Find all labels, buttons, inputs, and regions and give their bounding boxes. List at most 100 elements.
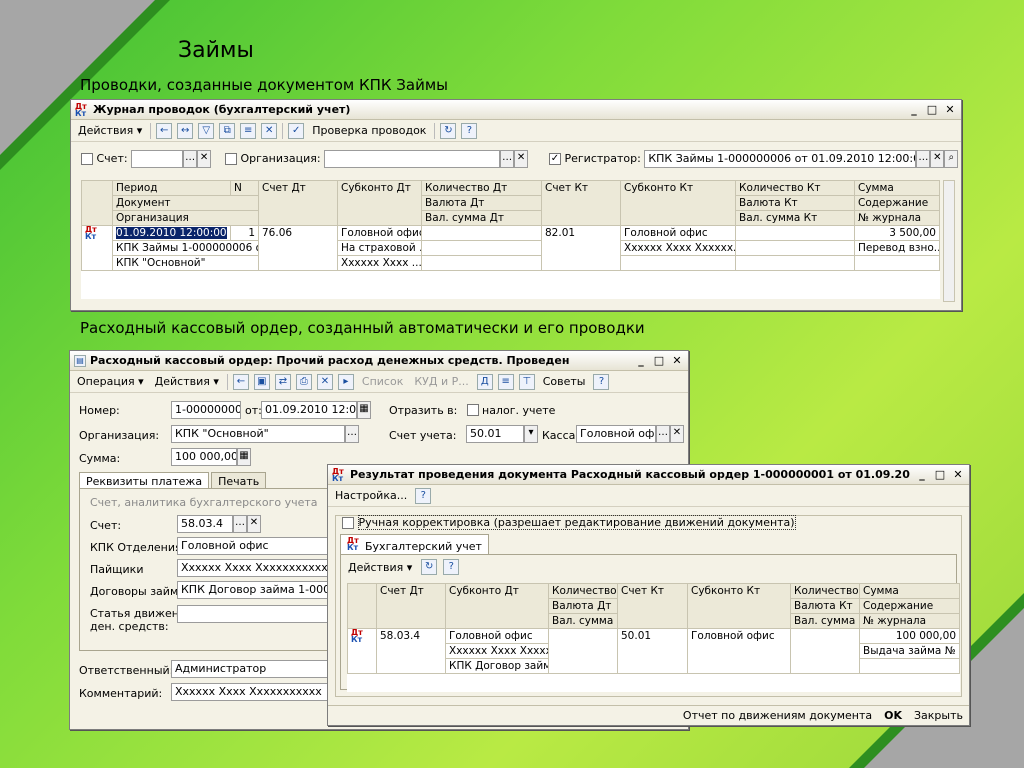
print-icon[interactable]: ⎙ <box>295 373 312 390</box>
col-credit[interactable]: Счет Кт <box>617 583 688 629</box>
help-icon[interactable]: ? <box>593 373 610 390</box>
calculator-icon[interactable]: ▦ <box>237 448 251 466</box>
col-debit[interactable]: Счет Дт <box>258 180 338 226</box>
col-qty-dt[interactable]: Количество ... <box>548 583 618 599</box>
col-currency-kt[interactable]: Валюта Кт <box>790 598 860 614</box>
list-icon[interactable]: ≡ <box>240 122 257 139</box>
ok-button[interactable]: OK <box>884 709 902 722</box>
back-arrow-icon[interactable]: ← <box>232 373 249 390</box>
flow-input[interactable] <box>177 605 337 623</box>
unpost-icon[interactable]: ✕ <box>316 373 333 390</box>
col-n[interactable]: N <box>230 180 259 196</box>
search-icon[interactable]: ⌕ <box>944 150 959 168</box>
account-filter-input[interactable] <box>131 150 184 168</box>
select-button[interactable]: … <box>500 150 515 168</box>
manual-correction-checkbox[interactable] <box>342 517 354 529</box>
number-input[interactable]: 1-000000001 <box>171 401 241 419</box>
result-actions-menu[interactable]: Действия ▾ <box>345 560 415 575</box>
tab-accounting[interactable]: Дт Кт Бухгалтерский учет <box>340 534 489 555</box>
clear-button[interactable]: ✕ <box>247 515 261 533</box>
col-qty-kt[interactable]: Количество Кт <box>735 180 855 196</box>
structure-icon[interactable]: ⊤ <box>518 373 535 390</box>
help-icon[interactable]: ? <box>415 487 432 504</box>
col-cur-sum-dt[interactable]: Вал. сумма Дт <box>548 613 618 629</box>
journal-actions-menu[interactable]: Действия ▾ <box>75 123 145 138</box>
col-cur-sum-kt[interactable]: Вал. сумма Кт <box>790 613 860 629</box>
select-button[interactable]: … <box>233 515 247 533</box>
filter-off-icon[interactable]: ✕ <box>261 122 278 139</box>
close-icon[interactable]: ✕ <box>951 468 965 481</box>
back-arrow-icon[interactable]: ← <box>156 122 173 139</box>
clear-button[interactable]: ✕ <box>670 425 684 443</box>
col-cur-sum-dt[interactable]: Вал. сумма Дт <box>421 210 542 226</box>
date-input[interactable]: 01.09.2010 12:00:00 <box>261 401 357 419</box>
account-input[interactable]: 50.01 <box>466 425 524 443</box>
col-currency-dt[interactable]: Валюта Дт <box>548 598 618 614</box>
comment-input[interactable]: Хххххх Хххх Ххххххххххх <box>171 683 331 701</box>
select-button[interactable]: … <box>656 425 670 443</box>
branch-input[interactable]: Головной офис <box>177 537 337 555</box>
col-sum[interactable]: Сумма <box>854 180 940 196</box>
col-content[interactable]: Содержание <box>854 195 940 211</box>
tax-checkbox[interactable] <box>467 404 479 416</box>
col-subconto-dt[interactable]: Субконто Дт <box>445 583 549 629</box>
cash-input[interactable]: Головной офис <box>576 425 656 443</box>
calendar-icon[interactable]: ▦ <box>357 401 371 419</box>
select-button[interactable]: … <box>183 150 198 168</box>
org-filter-checkbox[interactable] <box>225 153 237 165</box>
movement-report-button[interactable]: Отчет по движениям документа <box>683 709 872 722</box>
col-credit[interactable]: Счет Кт <box>541 180 621 226</box>
operation-menu[interactable]: Операция ▾ <box>74 374 147 389</box>
table-row[interactable]: КПК Займы 1-000000006 о... На страховой … <box>82 240 940 256</box>
col-sum[interactable]: Сумма <box>859 583 960 599</box>
interval-icon[interactable]: ↔ <box>177 122 194 139</box>
org-filter-input[interactable] <box>324 150 501 168</box>
help-icon[interactable]: ? <box>443 559 460 575</box>
help-icon[interactable]: ? <box>461 122 478 139</box>
copy-icon[interactable]: ⧉ <box>219 122 236 139</box>
maximize-icon[interactable]: □ <box>652 354 666 367</box>
table-row[interactable]: КПК "Основной" Хххххх Хххх ... <box>82 255 940 271</box>
col-period[interactable]: Период <box>112 180 231 196</box>
settings-menu[interactable]: Настройка... <box>332 488 410 503</box>
registrar-filter-input[interactable]: КПК Займы 1-000000006 от 01.09.2010 12:0… <box>644 150 917 168</box>
responsible-input[interactable]: Администратор <box>171 660 331 678</box>
kud-button[interactable]: КУД и Р... <box>411 374 471 389</box>
sum-input[interactable]: 100 000,00 <box>171 448 237 466</box>
tips-button[interactable]: Советы <box>540 374 589 389</box>
maximize-icon[interactable]: □ <box>933 468 947 481</box>
acc-input[interactable]: 58.03.4 <box>177 515 233 533</box>
col-currency-kt[interactable]: Валюта Кт <box>735 195 855 211</box>
col-journal-no[interactable]: № журнала <box>859 613 960 629</box>
check-postings-button[interactable]: Проверка проводок <box>309 123 429 138</box>
select-button[interactable]: … <box>345 425 359 443</box>
refresh-icon[interactable]: ↻ <box>440 122 457 139</box>
report-icon[interactable]: ≡ <box>497 373 514 390</box>
save-icon[interactable]: ▣ <box>253 373 270 390</box>
col-currency-dt[interactable]: Валюта Дт <box>421 195 542 211</box>
select-button[interactable]: … <box>916 150 931 168</box>
table-row[interactable]: Дт Кт 58.03.4 Головной офис 50.01 Головно… <box>347 628 960 674</box>
chevron-down-icon[interactable]: ▾ <box>524 425 538 443</box>
journal-scrollbar[interactable] <box>943 180 955 302</box>
org-input[interactable]: КПК "Основной" <box>171 425 345 443</box>
col-debit[interactable]: Счет Дт <box>376 583 446 629</box>
actions-menu[interactable]: Действия ▾ <box>152 374 222 389</box>
close-icon[interactable]: ✕ <box>670 354 684 367</box>
col-subconto-kt[interactable]: Субконто Кт <box>687 583 791 629</box>
minimize-icon[interactable]: _ <box>634 354 648 367</box>
maximize-icon[interactable]: □ <box>925 103 939 116</box>
col-content[interactable]: Содержание <box>859 598 960 614</box>
close-button[interactable]: Закрыть <box>914 709 963 722</box>
col-subconto-kt[interactable]: Субконто Кт <box>620 180 736 226</box>
col-subconto-dt[interactable]: Субконто Дт <box>337 180 422 226</box>
col-qty-kt[interactable]: Количество Кт <box>790 583 860 599</box>
clear-button[interactable]: ✕ <box>197 150 212 168</box>
based-on-icon[interactable]: ▸ <box>337 373 354 390</box>
filter-icon[interactable]: ▽ <box>198 122 215 139</box>
col-cur-sum-kt[interactable]: Вал. сумма Кт <box>735 210 855 226</box>
clear-button[interactable]: ✕ <box>514 150 529 168</box>
minimize-icon[interactable]: _ <box>915 468 929 481</box>
account-filter-checkbox[interactable] <box>81 153 93 165</box>
col-organization[interactable]: Организация <box>112 210 259 226</box>
